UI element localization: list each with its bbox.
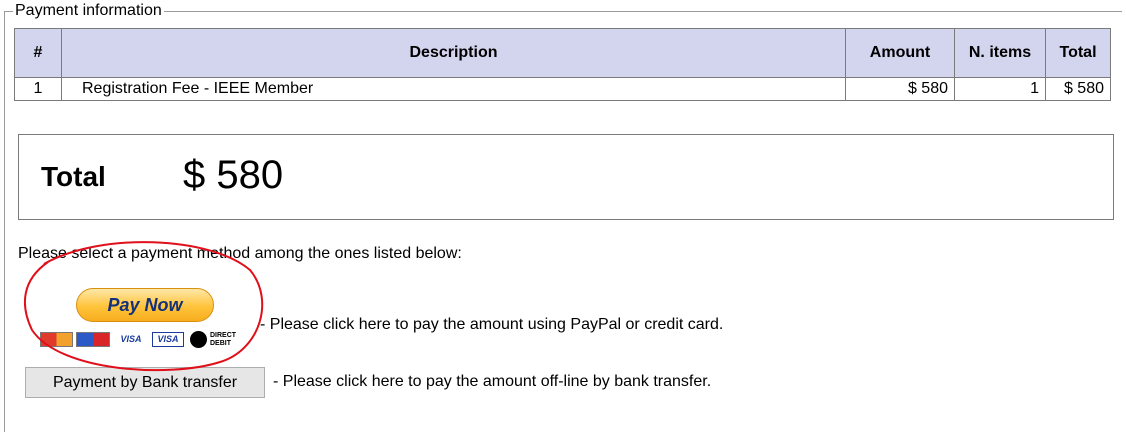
direct-debit-icon: DIRECT DEBIT bbox=[190, 329, 248, 351]
header-amount: Amount bbox=[845, 28, 955, 78]
total-label: Total bbox=[41, 161, 106, 192]
header-total: Total bbox=[1045, 28, 1111, 78]
visa-icon: VISA bbox=[114, 332, 148, 347]
header-number: # bbox=[14, 28, 62, 78]
table-header-row: # Description Amount N. items Total bbox=[14, 28, 1111, 78]
direct-debit-text: DIRECT DEBIT bbox=[210, 332, 237, 347]
maestro-icon bbox=[76, 332, 110, 347]
header-description: Description bbox=[61, 28, 846, 78]
paypal-pay-now-button[interactable]: Pay Now VISA VISA DIRECT DEBIT bbox=[40, 288, 250, 354]
visa-electron-icon: VISA bbox=[152, 332, 184, 347]
pay-now-label: Pay Now bbox=[76, 288, 214, 322]
payment-items-table: # Description Amount N. items Total 1 Re… bbox=[14, 28, 1111, 101]
row-description: Registration Fee - IEEE Member bbox=[61, 77, 846, 101]
total-value: $ 580 bbox=[183, 153, 284, 197]
total-box: Total $ 580 bbox=[18, 134, 1114, 220]
row-amount: $ 580 bbox=[845, 77, 955, 101]
row-number: 1 bbox=[14, 77, 62, 101]
bank-transfer-description: - Please click here to pay the amount of… bbox=[273, 373, 712, 390]
accepted-cards: VISA VISA DIRECT DEBIT bbox=[40, 328, 250, 352]
bank-transfer-button[interactable]: Payment by Bank transfer bbox=[25, 367, 265, 398]
paypal-description: - Please click here to pay the amount us… bbox=[260, 316, 724, 333]
header-n-items: N. items bbox=[954, 28, 1046, 78]
direct-debit-logo-icon bbox=[190, 331, 207, 348]
payment-method-prompt: Please select a payment method among the… bbox=[18, 245, 462, 262]
table-row: 1 Registration Fee - IEEE Member $ 580 1… bbox=[14, 77, 1111, 101]
row-total: $ 580 bbox=[1045, 77, 1111, 101]
mastercard-icon bbox=[40, 332, 73, 347]
section-legend: Payment information bbox=[15, 2, 162, 19]
row-n-items: 1 bbox=[954, 77, 1046, 101]
